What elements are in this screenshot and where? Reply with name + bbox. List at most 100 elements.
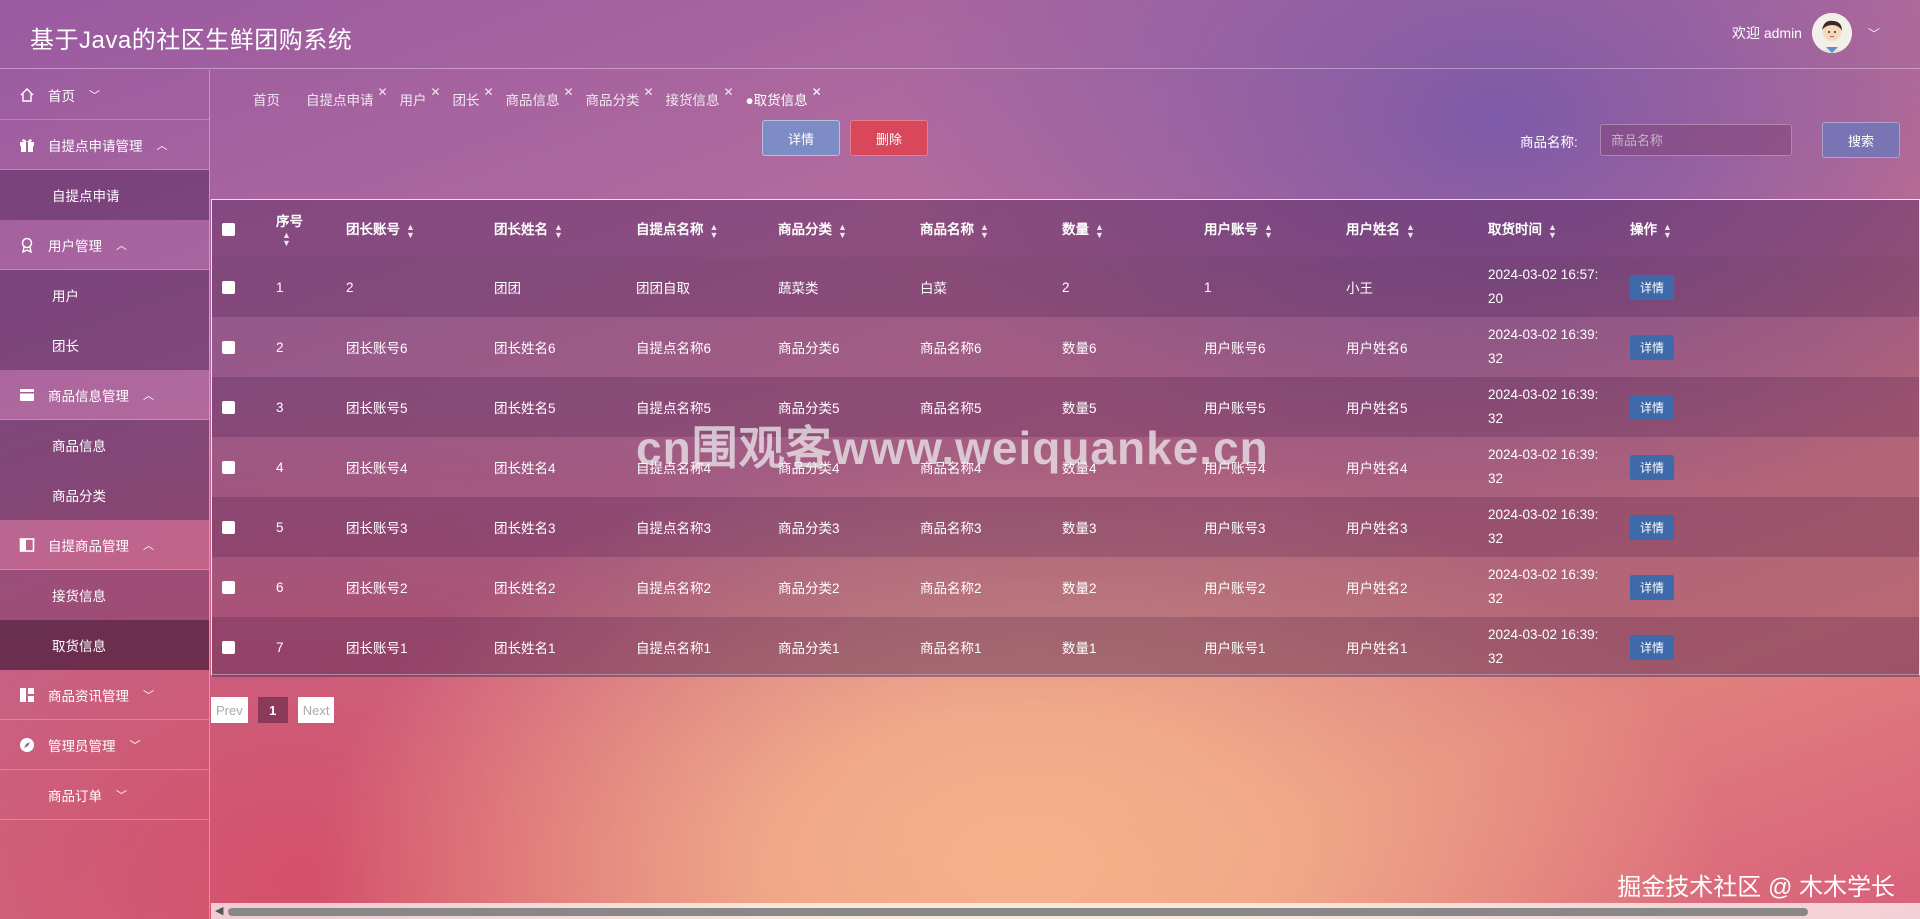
sort-icon[interactable]: ▲ ▼ bbox=[980, 222, 989, 239]
row-checkbox[interactable] bbox=[222, 521, 235, 535]
sidebar-item-home[interactable]: 首页 ﹀ bbox=[0, 70, 209, 120]
sort-icon[interactable]: ▲ ▼ bbox=[282, 230, 291, 247]
sidebar-group-admin[interactable]: 管理员管理 ﹀ bbox=[0, 720, 209, 770]
close-icon[interactable]: ✕ bbox=[563, 85, 573, 99]
table-cell: 商品名称3 bbox=[920, 521, 982, 536]
sort-icon[interactable]: ▲ ▼ bbox=[710, 222, 719, 239]
pagination: Prev 1 Next bbox=[211, 697, 335, 723]
row-checkbox[interactable] bbox=[222, 461, 235, 475]
row-checkbox[interactable] bbox=[222, 581, 235, 595]
horizontal-scrollbar[interactable]: ◀ bbox=[211, 903, 1920, 919]
tab-pickup-info[interactable]: ●取货信息 ✕ bbox=[746, 85, 822, 109]
sidebar-item-leader[interactable]: 团长 bbox=[0, 320, 209, 370]
col-header[interactable]: 团长账号 ▲ ▼ bbox=[346, 200, 494, 257]
row-detail-button[interactable]: 详情 bbox=[1630, 334, 1675, 360]
close-icon[interactable]: ✕ bbox=[483, 85, 493, 99]
pickup-time-cell: 2024-03-02 16:39: 32 bbox=[1488, 327, 1599, 366]
avatar[interactable] bbox=[1811, 13, 1852, 53]
table-row[interactable]: 6 团长账号2 团长姓名2 自提点名称2 商品分类2 商品名称2 数量2 用户账号2 用户姓名2… bbox=[212, 557, 1919, 617]
scrollbar-thumb[interactable] bbox=[228, 908, 1808, 916]
delete-button[interactable]: 删除 bbox=[850, 120, 928, 156]
tab-user[interactable]: 用户 ✕ bbox=[400, 85, 441, 109]
table-cell: 2 bbox=[1062, 279, 1070, 295]
sort-icon[interactable]: ▲ ▼ bbox=[1548, 222, 1557, 239]
table-row[interactable]: 2 团长账号6 团长姓名6 自提点名称6 商品分类6 商品名称6 数量6 用户账号6 用户姓名6… bbox=[212, 317, 1919, 377]
chevron-down-icon[interactable]: ﹀ bbox=[1868, 25, 1880, 42]
search-button[interactable]: 搜索 bbox=[1822, 122, 1900, 158]
home-icon bbox=[18, 86, 36, 104]
table-row[interactable]: 1 2 团团 团团自取 蔬菜类 白菜 2 1 小王 2024-03-02 16:57: 20 详情 bbox=[212, 257, 1919, 317]
sidebar-item-goods-category[interactable]: 商品分类 bbox=[0, 470, 209, 520]
row-detail-button[interactable]: 详情 bbox=[1630, 574, 1675, 600]
row-detail-button[interactable]: 详情 bbox=[1630, 274, 1675, 300]
sort-icon[interactable]: ▲ ▼ bbox=[1264, 222, 1273, 239]
current-page[interactable]: 1 bbox=[257, 697, 288, 723]
col-header[interactable]: 用户姓名 ▲ ▼ bbox=[1346, 200, 1488, 257]
col-header[interactable]: 团长姓名 ▲ ▼ bbox=[494, 200, 636, 257]
sort-icon[interactable]: ▲ ▼ bbox=[406, 222, 415, 239]
sidebar-group-goods-info[interactable]: 商品信息管理 ︿ bbox=[0, 370, 209, 420]
row-checkbox[interactable] bbox=[222, 281, 235, 295]
col-header[interactable]: 操作 ▲ ▼ bbox=[1630, 200, 1919, 257]
sidebar-group-pickup-goods[interactable]: 自提商品管理 ︿ bbox=[0, 520, 209, 570]
col-header[interactable]: 自提点名称 ▲ ▼ bbox=[636, 200, 778, 257]
tab-home[interactable]: 首页 bbox=[253, 89, 280, 109]
close-icon[interactable]: ✕ bbox=[723, 85, 733, 99]
tab-pickup-apply[interactable]: 自提点申请 ✕ bbox=[306, 85, 388, 109]
sidebar-item-pickup-info[interactable]: 取货信息 bbox=[0, 620, 209, 670]
row-checkbox[interactable] bbox=[222, 341, 235, 355]
tab-goods-info[interactable]: 商品信息 ✕ bbox=[506, 85, 574, 109]
sidebar-group-orders[interactable]: 商品订单 ﹀ bbox=[0, 770, 209, 820]
row-detail-button[interactable]: 详情 bbox=[1630, 454, 1675, 480]
sidebar-group-users[interactable]: 用户管理 ︿ bbox=[0, 220, 209, 270]
sort-icon[interactable]: ▲ ▼ bbox=[1663, 222, 1672, 239]
table-cell: 用户姓名6 bbox=[1346, 341, 1408, 356]
table-header-row: 序号 ▲ ▼ 团长账号 ▲ ▼ 团长姓名 ▲ ▼ 自提点名称 ▲ ▼ 商品分类 ▲ ▼ 商品名称 ▲ ▼… bbox=[212, 200, 1919, 257]
row-detail-button[interactable]: 详情 bbox=[1630, 634, 1675, 660]
sidebar-item-pickup-apply[interactable]: 自提点申请 bbox=[0, 170, 209, 220]
table-cell: 团长账号1 bbox=[346, 641, 408, 656]
tab-goods-category[interactable]: 商品分类 ✕ bbox=[586, 85, 654, 109]
col-header[interactable]: 商品分类 ▲ ▼ bbox=[778, 200, 920, 257]
detail-button[interactable]: 详情 bbox=[762, 120, 840, 156]
sidebar-item-user[interactable]: 用户 bbox=[0, 270, 209, 320]
search-input[interactable] bbox=[1600, 124, 1792, 156]
select-all-checkbox[interactable] bbox=[222, 222, 235, 236]
sidebar-item-receive-info[interactable]: 接货信息 bbox=[0, 570, 209, 620]
action-cell: 详情 bbox=[1630, 497, 1919, 557]
sidebar-item-label: 商品订单 bbox=[48, 788, 102, 804]
next-page-button[interactable]: Next bbox=[297, 697, 335, 723]
sidebar-group-pickup-apply[interactable]: 自提点申请管理 ︿ bbox=[0, 120, 209, 170]
row-detail-button[interactable]: 详情 bbox=[1630, 394, 1675, 420]
close-icon[interactable]: ✕ bbox=[430, 85, 440, 99]
table-row[interactable]: 5 团长账号3 团长姓名3 自提点名称3 商品分类3 商品名称3 数量3 用户账号3 用户姓名3… bbox=[212, 497, 1919, 557]
sidebar-item-goods-info[interactable]: 商品信息 bbox=[0, 420, 209, 470]
table-cell: 团长姓名3 bbox=[494, 521, 556, 536]
table-cell: 自提点名称3 bbox=[636, 521, 712, 536]
action-cell: 详情 bbox=[1630, 317, 1919, 377]
user-menu[interactable]: 欢迎 admin ﹀ bbox=[1732, 13, 1880, 53]
sort-icon[interactable]: ▲ ▼ bbox=[838, 222, 847, 239]
sort-icon[interactable]: ▲ ▼ bbox=[554, 222, 563, 239]
close-icon[interactable]: ✕ bbox=[643, 85, 653, 99]
row-checkbox[interactable] bbox=[222, 641, 235, 655]
sort-icon[interactable]: ▲ ▼ bbox=[1406, 222, 1415, 239]
col-header[interactable]: 序号 ▲ ▼ bbox=[276, 200, 346, 257]
col-header[interactable]: 用户账号 ▲ ▼ bbox=[1204, 200, 1346, 257]
prev-page-button[interactable]: Prev bbox=[211, 697, 248, 723]
scroll-left-icon[interactable]: ◀ bbox=[215, 904, 223, 917]
row-detail-button[interactable]: 详情 bbox=[1630, 514, 1675, 540]
table-cell: 团团 bbox=[494, 281, 521, 296]
sort-icon[interactable]: ▲ ▼ bbox=[1095, 222, 1104, 239]
col-header[interactable]: 取货时间 ▲ ▼ bbox=[1488, 200, 1630, 257]
tab-leader[interactable]: 团长 ✕ bbox=[453, 85, 494, 109]
row-checkbox[interactable] bbox=[222, 401, 235, 415]
table-row[interactable]: 7 团长账号1 团长姓名1 自提点名称1 商品分类1 商品名称1 数量1 用户账号1 用户姓名1… bbox=[212, 617, 1919, 677]
close-icon[interactable]: ✕ bbox=[812, 85, 822, 99]
sidebar-item-label: 商品信息管理 bbox=[48, 388, 129, 404]
close-icon[interactable]: ✕ bbox=[377, 85, 387, 99]
tab-receive-info[interactable]: 接货信息 ✕ bbox=[666, 85, 734, 109]
col-header[interactable]: 数量 ▲ ▼ bbox=[1062, 200, 1204, 257]
col-header[interactable]: 商品名称 ▲ ▼ bbox=[920, 200, 1062, 257]
sidebar-group-news[interactable]: 商品资讯管理 ﹀ bbox=[0, 670, 209, 720]
